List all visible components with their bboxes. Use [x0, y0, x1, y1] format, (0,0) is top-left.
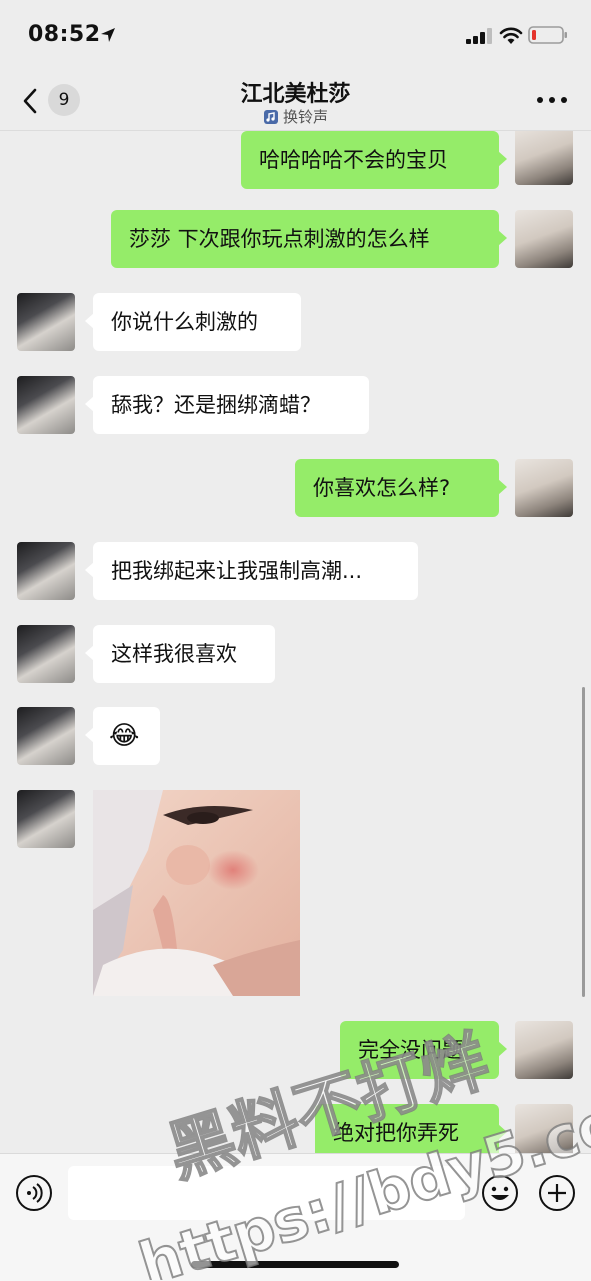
message-bubble[interactable]: 哈哈哈哈不会的宝贝 [241, 131, 507, 189]
message-bubble[interactable]: 完全没问题 [340, 1021, 507, 1079]
status-bar: 08:52 [0, 0, 591, 70]
message-bubble[interactable]: 把我绑起来让我强制高潮... [85, 542, 418, 600]
my-avatar[interactable] [515, 210, 573, 268]
contact-avatar[interactable] [17, 707, 75, 765]
contact-avatar[interactable] [17, 625, 75, 683]
ringtone-icon [263, 109, 278, 124]
ringtone-subtitle[interactable]: 换铃声 [0, 106, 591, 129]
contact-avatar[interactable] [17, 542, 75, 600]
subtitle-text: 换铃声 [282, 108, 328, 126]
input-bar [0, 1153, 591, 1281]
baby-photo [93, 790, 300, 996]
contact-avatar[interactable] [17, 376, 75, 434]
message-bubble[interactable]: 你说什么刺激的 [85, 293, 301, 351]
message-bubble[interactable]: 舔我？还是捆绑滴蜡？ [85, 376, 369, 434]
cellular-signal-icon [466, 28, 492, 44]
message-bubble[interactable]: 莎莎 下次跟你玩点刺激的怎么样 [111, 210, 507, 268]
message-list[interactable]: 哈哈哈哈不会的宝贝 莎莎 下次跟你玩点刺激的怎么样 你说什么刺激的 舔我？还是捆… [0, 131, 591, 1153]
my-avatar[interactable] [515, 459, 573, 517]
contact-avatar[interactable] [17, 293, 75, 351]
my-avatar[interactable] [515, 1021, 573, 1079]
message-bubble[interactable]: 绝对把你弄死 [315, 1104, 507, 1153]
message-input[interactable] [68, 1166, 465, 1220]
more-options-icon[interactable] [532, 88, 572, 112]
scrollbar[interactable] [582, 687, 585, 997]
wifi-icon [499, 27, 523, 44]
status-time: 08:52 [28, 22, 101, 47]
image-message[interactable] [93, 790, 300, 996]
chat-header: 9 江北美杜莎 换铃声 [0, 70, 591, 131]
contact-avatar[interactable] [17, 790, 75, 848]
battery-low-icon [528, 26, 567, 44]
emoji-message-bubble[interactable]: 😂 [85, 707, 160, 765]
home-indicator[interactable] [191, 1261, 399, 1268]
location-arrow-icon [101, 28, 115, 42]
message-bubble[interactable]: 你喜欢怎么样? [295, 459, 507, 517]
voice-input-icon[interactable] [15, 1174, 53, 1212]
emoji-icon[interactable] [481, 1174, 519, 1212]
add-more-icon[interactable] [538, 1174, 576, 1212]
my-avatar[interactable] [515, 1104, 573, 1153]
message-bubble[interactable]: 这样我很喜欢 [85, 625, 275, 683]
my-avatar[interactable] [515, 131, 573, 185]
chat-title: 江北美杜莎 [240, 82, 351, 107]
